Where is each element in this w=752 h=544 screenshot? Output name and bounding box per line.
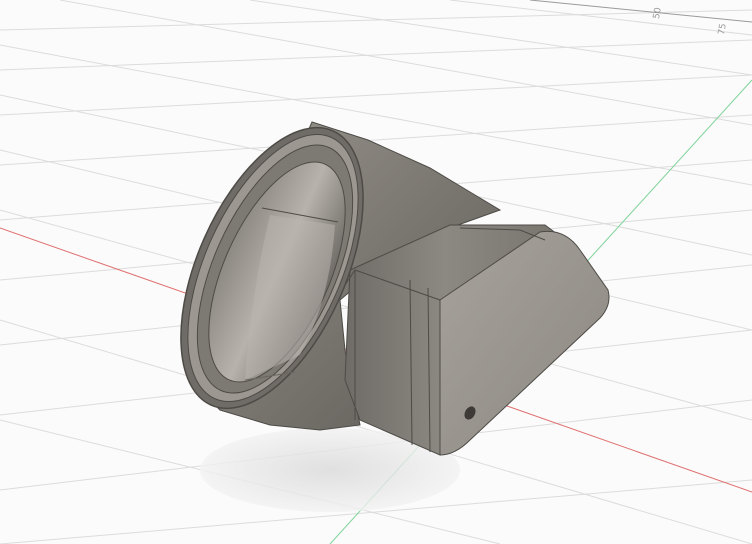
cad-model[interactable] [143,101,610,456]
3d-viewport[interactable]: 50 75 [0,0,752,544]
grid-tick-label: 50 [652,6,664,20]
viewport-canvas[interactable] [0,0,752,544]
grid-tick-label: 75 [717,22,729,36]
